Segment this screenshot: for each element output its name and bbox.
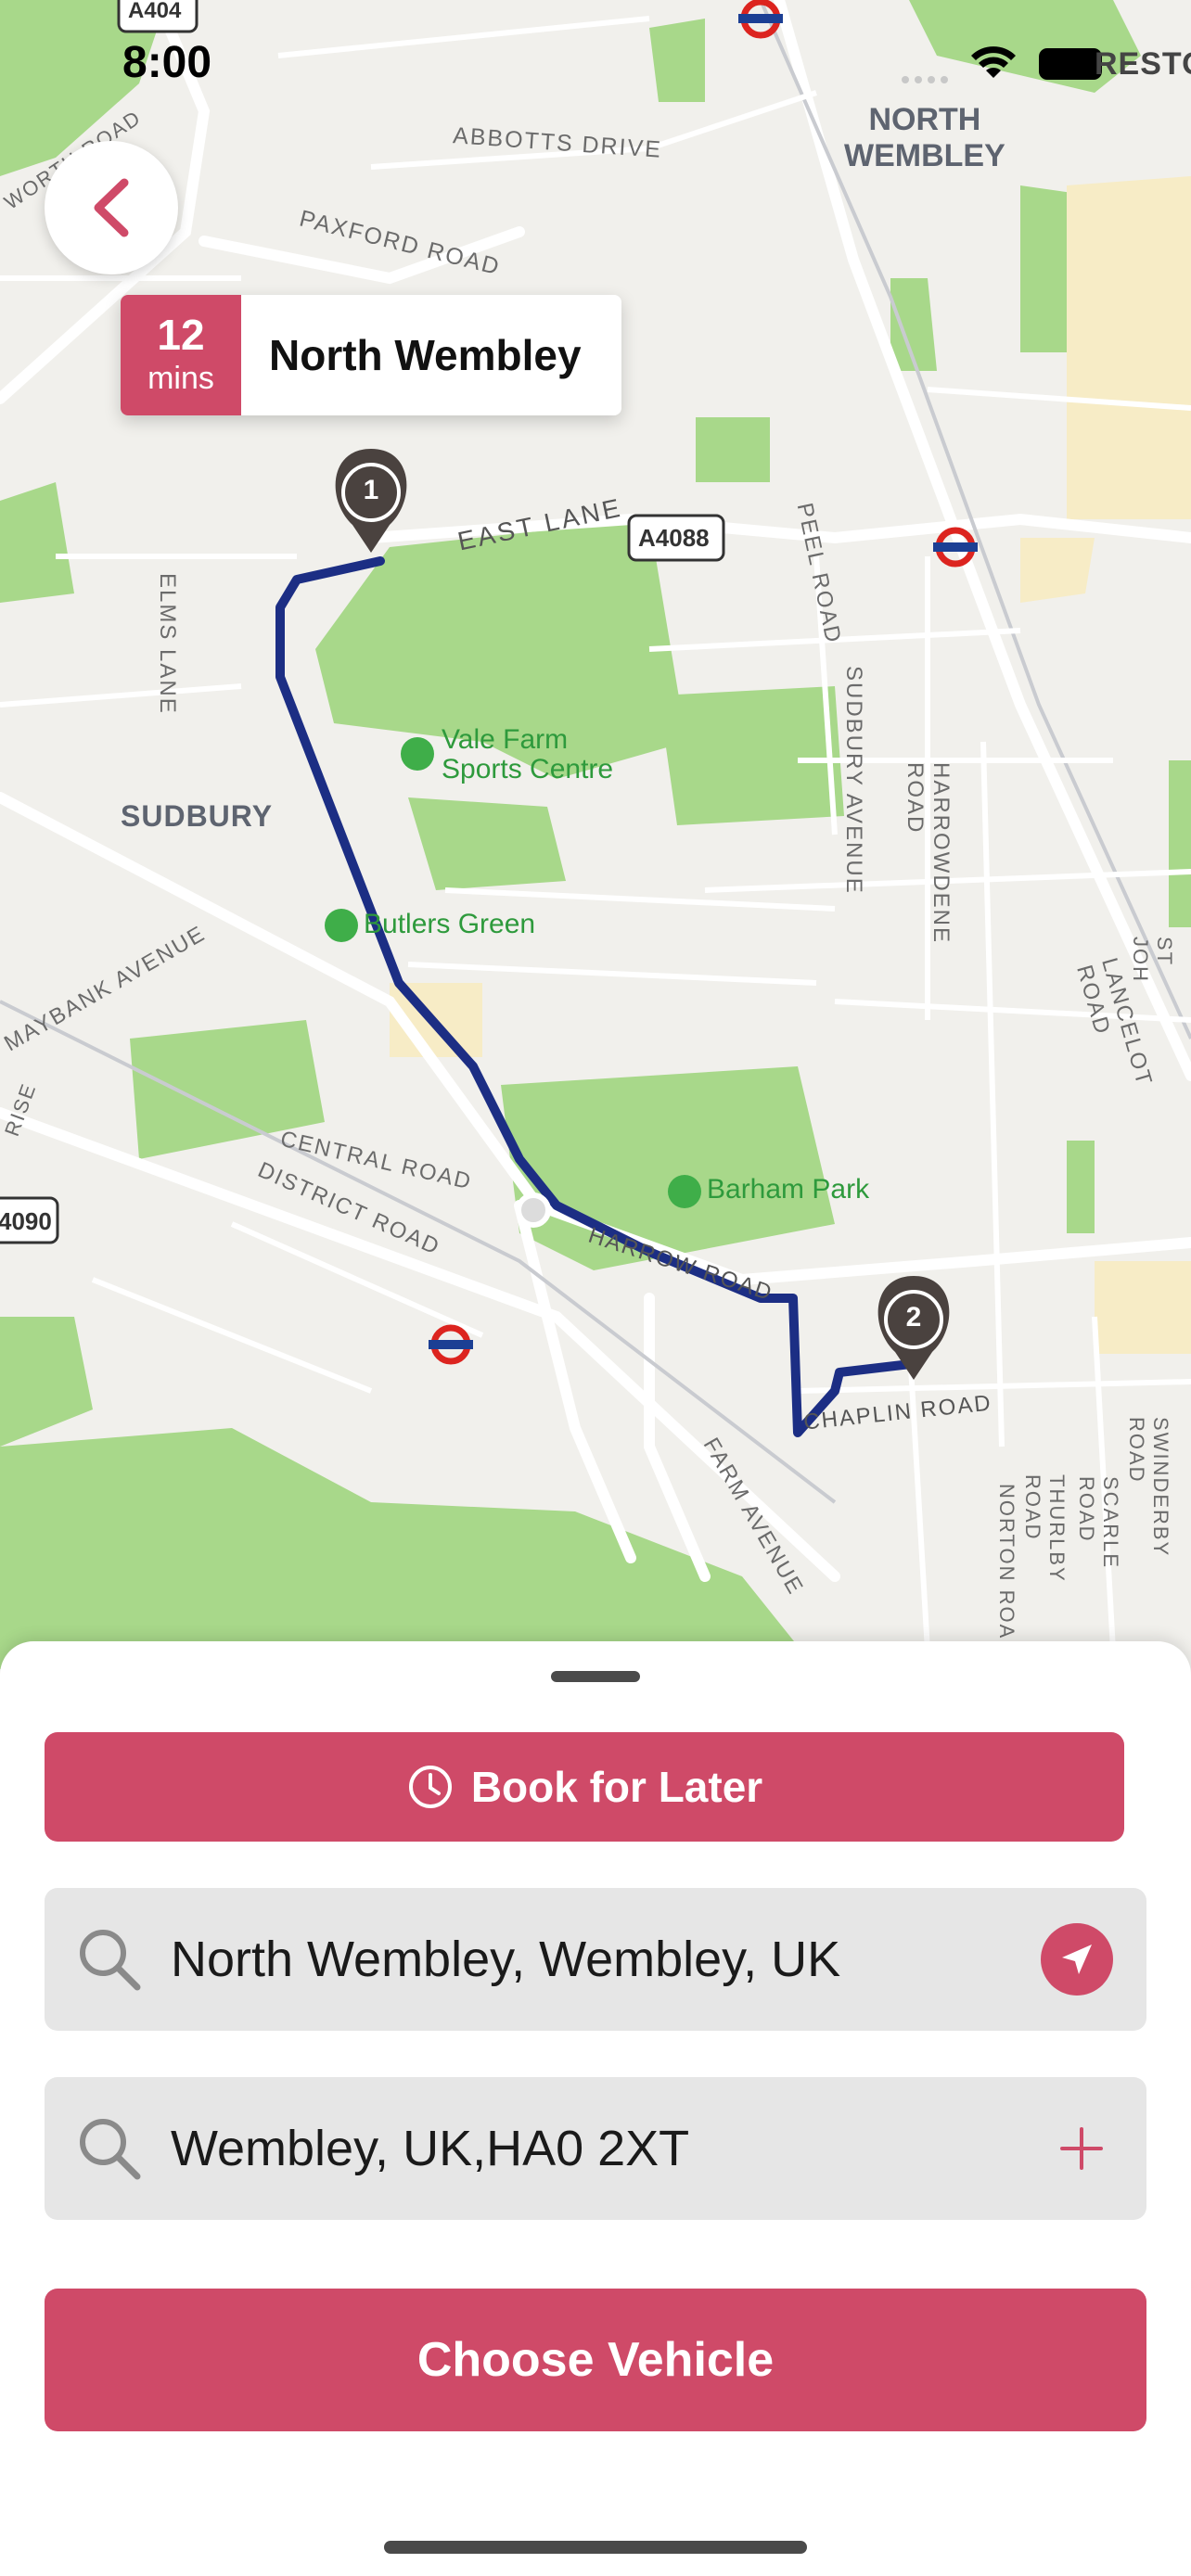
map-label-a4088: A4088 xyxy=(638,524,710,552)
location-arrow-icon xyxy=(1062,1945,1092,1974)
status-time: 8:00 xyxy=(122,38,212,87)
pickup-input[interactable]: North Wembley, Wembley, UK xyxy=(171,1931,1041,1988)
eta-unit: mins xyxy=(147,361,214,397)
map-label-swinderby-road: SWINDERBY ROAD xyxy=(1125,1417,1172,1557)
back-button[interactable] xyxy=(45,141,178,274)
map-label-a404: A404 xyxy=(128,0,182,23)
map-label-harrowdene-road: HARROWDENE ROAD xyxy=(903,762,954,945)
plus-icon xyxy=(1060,2127,1103,2170)
roundabout xyxy=(516,1192,551,1228)
park-flower-icon xyxy=(668,1175,701,1208)
map-label-vale-farm: Vale Farm Sports Centre xyxy=(442,725,613,784)
destination-field[interactable]: Wembley, UK,HA0 2XT xyxy=(45,2077,1146,2220)
map-label-line: NORTH xyxy=(868,102,981,137)
home-indicator[interactable] xyxy=(384,2541,807,2554)
signal-icon xyxy=(900,54,955,90)
locate-button[interactable] xyxy=(1041,1923,1113,1996)
eta-badge: 12 mins xyxy=(121,295,241,415)
choose-vehicle-button[interactable]: Choose Vehicle xyxy=(45,2289,1146,2431)
map-label-st-john: ST JOH xyxy=(1129,937,1176,983)
sports-centre-icon xyxy=(401,737,434,771)
search-icon xyxy=(80,2119,141,2180)
eta-minutes: 12 xyxy=(157,311,205,360)
map-label-line: WEMBLEY xyxy=(844,138,1005,174)
map-label-sudbury-avenue: SUDBURY AVENUE xyxy=(841,666,866,895)
book-later-label: Book for Later xyxy=(470,1763,763,1811)
add-stop-button[interactable] xyxy=(1054,2121,1109,2176)
chevron-left-icon xyxy=(94,178,129,237)
search-icon xyxy=(80,1930,141,1991)
tree-icon xyxy=(325,909,358,942)
map-label-elms-lane: ELMS LANE xyxy=(155,573,180,715)
map-label-north-wembley: NORTH WEMBLEY xyxy=(844,102,1005,174)
map-label-butlers-green: Butlers Green xyxy=(364,909,536,939)
map-label-line: Sports Centre xyxy=(442,753,614,784)
map-label-thurlby-road: THURLBY ROAD xyxy=(1021,1474,1069,1583)
battery-icon xyxy=(1039,48,1102,80)
eta-callout: 12 mins North Wembley xyxy=(121,295,621,415)
clock-icon xyxy=(408,1766,452,1808)
pickup-pin-number: 1 xyxy=(363,475,379,505)
map-label-sudbury: SUDBURY xyxy=(121,799,274,833)
destination-input[interactable]: Wembley, UK,HA0 2XT xyxy=(171,2120,1054,2177)
map-label-a4090: 4090 xyxy=(0,1207,52,1235)
eta-place: North Wembley xyxy=(269,331,582,379)
status-carrier: RESTO xyxy=(1095,46,1191,82)
sheet-drag-handle[interactable] xyxy=(551,1671,640,1682)
map-label-scarle-road: SCARLE ROAD xyxy=(1075,1476,1122,1570)
book-later-button[interactable]: Book for Later xyxy=(45,1732,1124,1842)
map-label-line: Vale Farm xyxy=(442,724,569,755)
dropoff-pin-number: 2 xyxy=(905,1302,922,1333)
map-view[interactable]: NORTH WEMBLEY ABBOTTS DRIVE PAXFORD ROAD… xyxy=(0,0,1191,1669)
map-label-norton-road: NORTON ROA xyxy=(995,1484,1018,1640)
wifi-icon xyxy=(968,45,1018,86)
map-canvas xyxy=(0,0,1191,1669)
pickup-field[interactable]: North Wembley, Wembley, UK xyxy=(45,1888,1146,2031)
choose-vehicle-label: Choose Vehicle xyxy=(416,2333,775,2387)
map-label-barham-park: Barham Park xyxy=(707,1174,870,1205)
